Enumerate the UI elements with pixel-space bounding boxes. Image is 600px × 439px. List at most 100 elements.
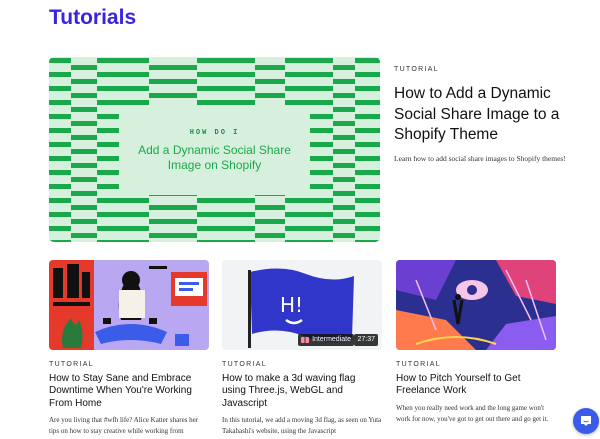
stripe-segment bbox=[333, 205, 355, 210]
stripe-segment bbox=[149, 93, 197, 98]
stripe-segment bbox=[355, 198, 380, 203]
stripe-segment bbox=[149, 219, 197, 224]
stripe-segment bbox=[255, 219, 285, 224]
stripe-segment bbox=[355, 170, 380, 175]
tutorial-card-3[interactable]: TUTORIAL How to Pitch Yourself to Get Fr… bbox=[396, 260, 556, 426]
stripe-segment bbox=[71, 191, 97, 196]
meditation-illustration[interactable] bbox=[49, 260, 209, 350]
stripe-segment bbox=[71, 107, 97, 112]
stripe-segment bbox=[355, 114, 380, 119]
card-title-link[interactable]: How to make a 3d waving flag using Three… bbox=[222, 373, 382, 410]
stripe-segment bbox=[49, 198, 71, 203]
stripe-segment bbox=[49, 58, 71, 63]
card-kicker: TUTORIAL bbox=[49, 361, 94, 368]
stripe-segment bbox=[97, 58, 149, 63]
stripe-segment bbox=[333, 135, 355, 140]
stripe-segment bbox=[149, 79, 197, 84]
card-description: When you really need work and the long g… bbox=[396, 403, 549, 424]
stripe-segment bbox=[149, 65, 197, 70]
chat-bubble-icon bbox=[581, 416, 591, 426]
stripe-segment bbox=[49, 86, 71, 91]
stripe-segment bbox=[355, 240, 380, 242]
featured-image-title: Add a Dynamic Social Share Image on Shop… bbox=[138, 143, 291, 172]
featured-image-caption: HOW DO I Add a Dynamic Social Share Imag… bbox=[127, 109, 302, 189]
stripe-segment bbox=[71, 135, 97, 140]
stripe-segment bbox=[285, 58, 333, 63]
stripe-segment bbox=[255, 233, 285, 238]
featured-kicker: TUTORIAL bbox=[394, 66, 439, 73]
stripe-segment bbox=[355, 72, 380, 77]
difficulty-label: Intermediate bbox=[312, 336, 351, 343]
freelance-illustration[interactable] bbox=[396, 260, 556, 350]
stripe-segment bbox=[71, 121, 97, 126]
stripe-segment bbox=[333, 107, 355, 112]
duration-badge: 27:37 bbox=[354, 334, 378, 346]
card-description: Are you living that #wfh life? Alice Kat… bbox=[49, 415, 199, 436]
stripe-segment bbox=[355, 226, 380, 231]
stripe-segment bbox=[149, 233, 197, 238]
stripe-segment bbox=[49, 156, 71, 161]
stripe-segment bbox=[285, 240, 333, 242]
stripe-segment bbox=[49, 170, 71, 175]
stripe-segment bbox=[285, 198, 333, 203]
signal-bars-icon bbox=[301, 337, 310, 343]
card-title-link[interactable]: How to Pitch Yourself to Get Freelance W… bbox=[396, 373, 556, 398]
stripe-segment bbox=[197, 198, 255, 203]
featured-title-link[interactable]: How to Add a Dynamic Social Share Image … bbox=[394, 84, 574, 146]
stripe-segment bbox=[355, 128, 380, 133]
flag-text: H! bbox=[280, 293, 303, 317]
stripe-segment bbox=[49, 142, 71, 147]
stripe-segment bbox=[49, 114, 71, 119]
stripe-segment bbox=[49, 100, 71, 105]
waving-flag-video-thumbnail[interactable]: H! Intermediate 27:37 bbox=[222, 260, 382, 350]
chat-launcher-button[interactable] bbox=[573, 408, 599, 434]
tutorial-card-2[interactable]: H! Intermediate 27:37 TUTORIAL How to ma… bbox=[222, 260, 382, 438]
card-title-link[interactable]: How to Stay Sane and Embrace Downtime Wh… bbox=[49, 373, 209, 410]
stripe-segment bbox=[333, 65, 355, 70]
stripe-segment bbox=[285, 212, 333, 217]
stripe-segment bbox=[197, 86, 255, 91]
stripe-segment bbox=[97, 198, 149, 203]
stripe-segment bbox=[355, 142, 380, 147]
stripe-segment bbox=[197, 100, 255, 105]
stripe-segment bbox=[333, 191, 355, 196]
stripe-segment bbox=[285, 72, 333, 77]
stripe-segment bbox=[285, 100, 333, 105]
stripe-segment bbox=[333, 163, 355, 168]
stripe-segment bbox=[333, 149, 355, 154]
stripe-segment bbox=[71, 233, 97, 238]
stripe-segment bbox=[71, 205, 97, 210]
stripe-segment bbox=[197, 240, 255, 242]
stripe-segment bbox=[71, 149, 97, 154]
card-kicker: TUTORIAL bbox=[396, 361, 441, 368]
stripe-segment bbox=[355, 86, 380, 91]
stripe-segment bbox=[71, 163, 97, 168]
stripe-segment bbox=[49, 212, 71, 217]
featured-image-kicker: HOW DO I bbox=[189, 129, 240, 137]
stripe-segment bbox=[49, 226, 71, 231]
stripe-segment bbox=[97, 212, 149, 217]
card-description: In this tutorial, we add a moving 3d fla… bbox=[222, 415, 382, 436]
stripe-segment bbox=[197, 72, 255, 77]
featured-tutorial-image[interactable]: HOW DO I Add a Dynamic Social Share Imag… bbox=[49, 57, 380, 242]
stripe-segment bbox=[71, 219, 97, 224]
stripe-segment bbox=[355, 184, 380, 189]
stripe-segment bbox=[49, 128, 71, 133]
stripe-segment bbox=[97, 72, 149, 77]
stripe-segment bbox=[97, 226, 149, 231]
tutorial-card-1[interactable]: TUTORIAL How to Stay Sane and Embrace Do… bbox=[49, 260, 209, 438]
featured-description: Learn how to add social share images to … bbox=[394, 153, 566, 163]
stripe-segment bbox=[333, 177, 355, 182]
stripe-segment bbox=[97, 100, 149, 105]
stripe-segment bbox=[355, 100, 380, 105]
stripe-segment bbox=[71, 65, 97, 70]
stripe-segment bbox=[355, 58, 380, 63]
stripe-segment bbox=[197, 226, 255, 231]
stripe-segment bbox=[285, 226, 333, 231]
stripe-segment bbox=[333, 93, 355, 98]
stripe-segment bbox=[97, 86, 149, 91]
stripe-segment bbox=[197, 58, 255, 63]
stripe-segment bbox=[285, 86, 333, 91]
stripe-segment bbox=[71, 177, 97, 182]
stripe-segment bbox=[49, 184, 71, 189]
